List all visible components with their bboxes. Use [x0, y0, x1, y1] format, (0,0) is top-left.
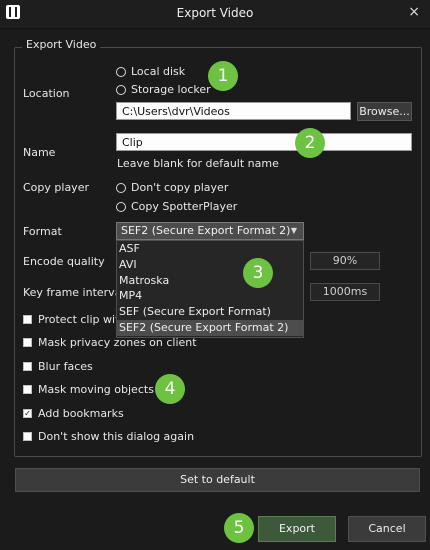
checkbox-label: Don't show this dialog again	[38, 430, 195, 443]
format-option-asf[interactable]: ASF	[117, 241, 303, 257]
callout-4: 4	[155, 374, 185, 404]
radio-label: Local disk	[131, 65, 186, 78]
checkbox-box-icon	[23, 385, 32, 394]
browse-button[interactable]: Browse...	[357, 102, 412, 121]
key-frame-interval-value[interactable]: 1000ms	[310, 283, 380, 301]
window-title: Export Video	[176, 6, 254, 20]
name-input[interactable]: Clip	[116, 133, 412, 151]
checkbox-label: Protect clip with	[38, 313, 127, 326]
radio-label: Storage locker	[131, 83, 211, 96]
radio-local-disk[interactable]: Local disk	[116, 65, 185, 78]
radio-circle-icon	[116, 201, 126, 212]
callout-3: 3	[243, 258, 273, 288]
cancel-button[interactable]: Cancel	[348, 516, 426, 542]
location-path-input[interactable]: C:\Users\dvr\Videos	[116, 102, 351, 120]
copy-player-label: Copy player	[23, 181, 89, 194]
format-selected-value: SEF2 (Secure Export Format 2)	[121, 224, 291, 237]
title-bar: Export Video ×	[0, 0, 430, 29]
checkbox-mask-moving-objects[interactable]: Mask moving objects	[23, 383, 154, 396]
radio-storage-locker[interactable]: Storage locker	[116, 83, 211, 96]
format-label: Format	[23, 225, 62, 238]
checkbox-box-icon	[23, 362, 32, 371]
format-option-mp4[interactable]: MP4	[117, 288, 303, 304]
checkbox-box-icon	[23, 315, 32, 324]
encode-quality-value[interactable]: 90%	[310, 252, 380, 270]
radio-copy-spotterplayer[interactable]: Copy SpotterPlayer	[116, 200, 237, 213]
checkbox-blur-faces[interactable]: Blur faces	[23, 360, 93, 373]
format-option-matroska[interactable]: Matroska	[117, 273, 303, 289]
radio-circle-icon	[116, 182, 126, 193]
checkbox-box-icon	[23, 432, 32, 441]
checkbox-add-bookmarks[interactable]: ✓ Add bookmarks	[23, 407, 124, 420]
format-dropdown-list: ASF AVI Matroska MP4 SEF (Secure Export …	[116, 240, 304, 338]
callout-2: 2	[295, 128, 325, 158]
checkbox-label: Blur faces	[38, 360, 93, 373]
checkbox-label: Add bookmarks	[38, 407, 124, 420]
format-option-sef[interactable]: SEF (Secure Export Format)	[117, 304, 303, 320]
radio-circle-icon	[116, 66, 126, 77]
group-legend: Export Video	[22, 38, 101, 51]
callout-5: 5	[224, 513, 254, 543]
callout-1: 1	[208, 61, 238, 91]
format-select[interactable]: SEF2 (Secure Export Format 2) ▼	[116, 222, 304, 240]
key-frame-interval-label: Key frame interval	[23, 286, 125, 299]
checkbox-box-icon	[23, 338, 32, 347]
export-button[interactable]: Export	[258, 516, 336, 542]
name-hint: Leave blank for default name	[117, 157, 279, 170]
set-to-default-button[interactable]: Set to default	[15, 468, 420, 492]
format-option-avi[interactable]: AVI	[117, 257, 303, 273]
checkbox-label: Mask moving objects	[38, 383, 154, 396]
checkmark-icon: ✓	[23, 408, 32, 418]
radio-label: Don't copy player	[131, 181, 229, 194]
location-label: Location	[23, 87, 70, 100]
radio-label: Copy SpotterPlayer	[131, 200, 238, 213]
encode-quality-label: Encode quality	[23, 255, 105, 268]
format-option-sef2[interactable]: SEF2 (Secure Export Format 2)	[117, 319, 303, 336]
radio-dont-copy-player[interactable]: Don't copy player	[116, 181, 228, 194]
radio-circle-icon	[116, 84, 126, 95]
name-label: Name	[23, 146, 56, 159]
checkbox-protect-clip[interactable]: Protect clip with	[23, 313, 126, 326]
checkbox-dont-show-again[interactable]: Don't show this dialog again	[23, 430, 194, 443]
chevron-down-icon[interactable]: ▼	[285, 223, 303, 239]
close-icon[interactable]: ×	[408, 4, 420, 20]
